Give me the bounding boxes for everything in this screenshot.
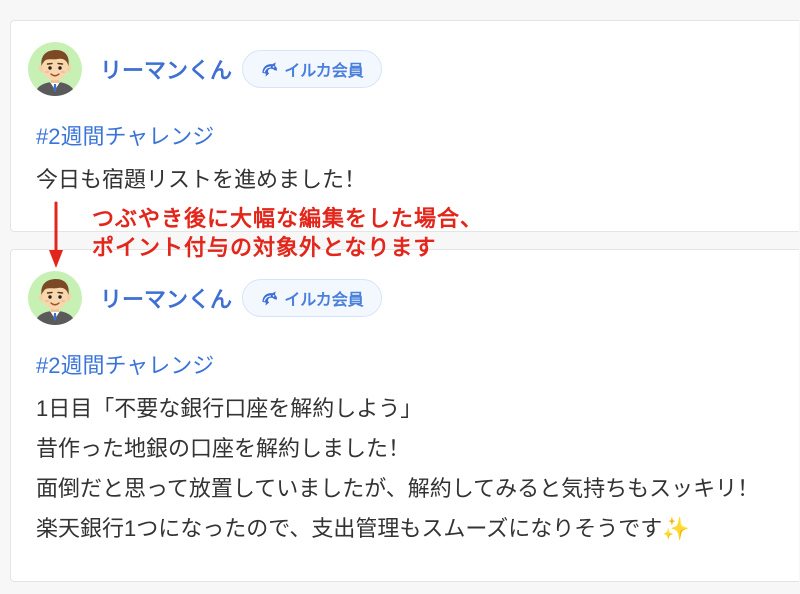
post-header: リーマンくん イルカ会員 [28, 271, 383, 325]
member-badge: イルカ会員 [242, 50, 383, 88]
post-text: 今日も宿題リストを進めました！ [36, 160, 789, 200]
post-header: リーマンくん イルカ会員 [28, 42, 383, 96]
member-badge-label: イルカ会員 [284, 63, 364, 80]
post-text-line: 1日目「不要な銀行口座を解約しよう」 [36, 396, 423, 421]
post-card: リーマンくん イルカ会員 #2週間チャレンジ 1日目「不要な銀行口座を解約しよう… [10, 249, 799, 582]
annotation-line: ポイント付与の対象外となります [92, 234, 437, 260]
member-badge-label: イルカ会員 [284, 292, 364, 309]
annotation-note: つぶやき後に大幅な編集をした場合、 ポイント付与の対象外となります [92, 204, 483, 262]
post-text-line: 昔作った地銀の口座を解約しました！ [36, 436, 411, 461]
post-body: #2週間チャレンジ 今日も宿題リストを進めました！ [36, 117, 789, 200]
salaryman-avatar-icon [28, 271, 82, 325]
username[interactable]: リーマンくん [100, 282, 232, 314]
down-arrow-icon [49, 201, 63, 268]
post-text-line: 今日も宿題リストを進めました！ [36, 167, 367, 192]
member-badge: イルカ会員 [242, 279, 383, 317]
avatar[interactable] [28, 42, 82, 96]
post-card: リーマンくん イルカ会員 #2週間チャレンジ 今日も宿題リストを進めました！ [10, 20, 799, 232]
username[interactable]: リーマンくん [100, 53, 232, 85]
avatar[interactable] [28, 271, 82, 325]
post-text-line: 面倒だと思って放置していましたが、解約してみると気持ちもスッキリ！ [36, 476, 760, 501]
salaryman-avatar-icon [28, 42, 82, 96]
annotation-line: つぶやき後に大幅な編集をした場合、 [92, 205, 484, 231]
dolphin-icon [262, 61, 278, 77]
post-text: 1日目「不要な銀行口座を解約しよう」 昔作った地銀の口座を解約しました！ 面倒だ… [36, 389, 789, 549]
post-body: #2週間チャレンジ 1日目「不要な銀行口座を解約しよう」 昔作った地銀の口座を解… [36, 346, 789, 549]
dolphin-icon [262, 290, 278, 306]
hashtag-link[interactable]: #2週間チャレンジ [36, 346, 214, 386]
page: リーマンくん イルカ会員 #2週間チャレンジ 今日も宿題リストを進めました！ リ… [0, 0, 800, 594]
post-text-line: 楽天銀行1つになったので、支出管理もスムーズになりそうです✨ [36, 516, 690, 541]
hashtag-link[interactable]: #2週間チャレンジ [36, 117, 214, 157]
